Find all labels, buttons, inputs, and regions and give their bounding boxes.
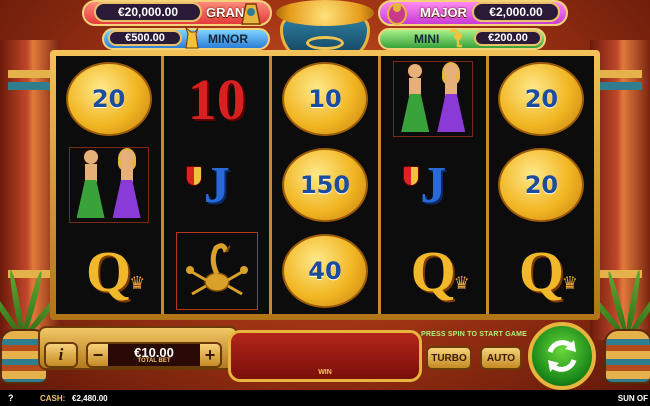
reel-symbol	[56, 142, 161, 228]
win-display: WIN	[228, 330, 422, 382]
reel-4: J Q ♛	[381, 56, 489, 314]
coin-symbol: 20	[498, 148, 585, 222]
coin-symbol: 10	[282, 62, 368, 136]
royal-symbol: Q	[518, 238, 564, 304]
reel-symbol: Q ♛	[489, 228, 594, 314]
win-label: WIN	[318, 369, 332, 376]
royal-symbol: Q	[86, 238, 132, 304]
reel-symbol: 10	[272, 56, 377, 142]
reel-symbol: 150	[272, 142, 377, 228]
royal-symbol: Q	[410, 238, 456, 304]
help-button[interactable]: ?	[8, 393, 14, 403]
grand-jackpot-amount: €20,000.00	[94, 2, 202, 22]
scarab-emblem-icon	[384, 0, 410, 26]
coin-symbol: 40	[282, 234, 368, 308]
reel-symbol: Q ♛	[56, 228, 161, 314]
crown-icon: ♛	[129, 273, 146, 293]
pharaoh-emblem-icon	[238, 0, 264, 26]
spin-hint: PRESS SPIN TO START GAME	[420, 331, 528, 338]
plant-right-icon	[579, 264, 650, 384]
turbo-button[interactable]: TURBO	[426, 346, 472, 370]
ibis-emblem-icon	[446, 26, 472, 52]
cash-label: CASH:	[40, 393, 66, 403]
mini-jackpot-label: MINI	[414, 32, 440, 46]
auto-button[interactable]: AUTO	[480, 346, 522, 370]
reel-symbol: 10	[164, 56, 269, 142]
shield-icon	[186, 166, 203, 186]
coin-symbol: 150	[282, 148, 368, 222]
reel-symbol: 20	[56, 56, 161, 142]
reel-area: 20 Q ♛ 10 J 10 150 40 J Q ♛ 20 20 Q ♛	[56, 56, 594, 314]
dancers-icon	[68, 147, 149, 223]
scorpion-icon	[175, 232, 258, 310]
spin-button[interactable]	[528, 322, 596, 390]
info-button[interactable]: i	[44, 342, 78, 368]
dancers-icon	[393, 61, 474, 137]
mini-jackpot-amount: €200.00	[474, 30, 542, 46]
royal-symbol: J	[420, 156, 447, 214]
shield-icon	[402, 166, 419, 186]
reel-1: 20 Q ♛	[56, 56, 165, 314]
reel-symbol	[164, 228, 269, 314]
reel-symbol: J	[164, 142, 269, 228]
reel-symbol: Q ♛	[381, 228, 486, 314]
status-bar: ? CASH: €2,480.00 SUN OF	[0, 390, 650, 406]
royal-symbol: 10	[187, 66, 246, 132]
major-jackpot-label: MAJOR	[420, 5, 467, 20]
reel-symbol: 40	[272, 228, 377, 314]
coin-symbol: 20	[65, 62, 152, 136]
royal-symbol: J	[203, 156, 230, 214]
minor-jackpot-label: MINOR	[208, 32, 248, 46]
crown-icon: ♛	[561, 273, 579, 293]
reel-symbol: 20	[489, 142, 594, 228]
spin-arrows-icon	[547, 340, 577, 372]
bet-selector: − €10.00 TOTAL BET +	[86, 342, 222, 368]
reel-3: 10 150 40	[272, 56, 381, 314]
reel-symbol	[381, 56, 486, 142]
reel-symbol: J	[381, 142, 486, 228]
reel-symbol: 20	[489, 56, 594, 142]
total-bet-label: TOTAL BET	[137, 358, 171, 364]
reel-5: 20 20 Q ♛	[489, 56, 594, 314]
coin-symbol: 20	[498, 62, 585, 136]
crown-icon: ♛	[453, 273, 470, 293]
bet-decrease-button[interactable]: −	[88, 344, 108, 366]
minor-jackpot-amount: €500.00	[108, 30, 182, 46]
cat-emblem-icon	[180, 26, 206, 52]
bet-increase-button[interactable]: +	[200, 344, 220, 366]
game-title: SUN OF	[617, 393, 648, 403]
cash-value: €2,480.00	[72, 393, 108, 403]
reel-2: 10 J	[164, 56, 273, 314]
major-jackpot-amount: €2,000.00	[472, 2, 560, 22]
